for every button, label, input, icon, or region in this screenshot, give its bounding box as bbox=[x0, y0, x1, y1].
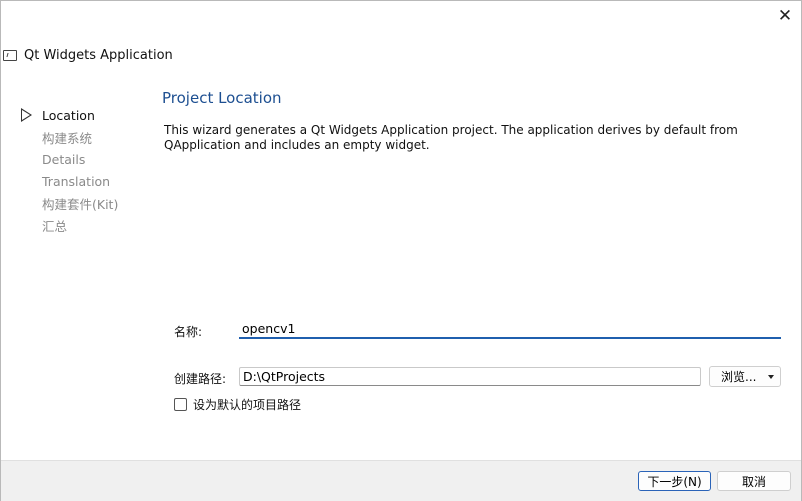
step-kits: 构建套件(Kit) bbox=[21, 192, 151, 214]
title-bar: Qt Widgets Application bbox=[1, 45, 173, 65]
step-details: Details bbox=[21, 148, 151, 170]
step-label: 汇总 bbox=[42, 218, 68, 234]
default-path-option[interactable]: 设为默认的项目路径 bbox=[174, 396, 301, 413]
project-path-input[interactable] bbox=[239, 367, 701, 386]
close-icon[interactable]: ✕ bbox=[773, 5, 797, 27]
step-label: 构建套件(Kit) bbox=[42, 196, 119, 212]
step-label: 构建系统 bbox=[42, 130, 93, 146]
project-name-input[interactable] bbox=[239, 319, 781, 339]
default-path-checkbox-label: 设为默认的项目路径 bbox=[193, 398, 302, 412]
step-label: Details bbox=[42, 151, 86, 167]
step-summary: 汇总 bbox=[21, 214, 151, 236]
step-build-system: 构建系统 bbox=[21, 126, 151, 148]
default-path-checkbox[interactable] bbox=[174, 398, 187, 411]
path-label: 创建路径: bbox=[174, 372, 227, 386]
page-title: Project Location bbox=[162, 89, 282, 107]
window-title: Qt Widgets Application bbox=[24, 47, 173, 63]
chevron-down-icon bbox=[768, 375, 774, 379]
step-location: Location bbox=[21, 104, 151, 126]
wizard-steps: Location 构建系统 Details Translation 构建套件(K… bbox=[21, 104, 151, 236]
page-description: This wizard generates a Qt Widgets Appli… bbox=[164, 123, 738, 152]
cancel-button[interactable]: 取消 bbox=[717, 471, 791, 491]
current-step-arrow-icon bbox=[21, 108, 32, 122]
browse-button-label: 浏览... bbox=[721, 370, 757, 384]
browse-button[interactable]: 浏览... bbox=[709, 366, 781, 387]
name-label: 名称: bbox=[174, 325, 203, 339]
wizard-window: ✕ Qt Widgets Application Location 构建系统 D… bbox=[0, 0, 802, 501]
step-label: Location bbox=[42, 107, 95, 123]
button-bar: 下一步(N) 取消 bbox=[1, 460, 801, 501]
step-label: Translation bbox=[42, 173, 111, 189]
application-window-icon bbox=[3, 49, 17, 61]
step-translation: Translation bbox=[21, 170, 151, 192]
next-button[interactable]: 下一步(N) bbox=[638, 471, 711, 491]
